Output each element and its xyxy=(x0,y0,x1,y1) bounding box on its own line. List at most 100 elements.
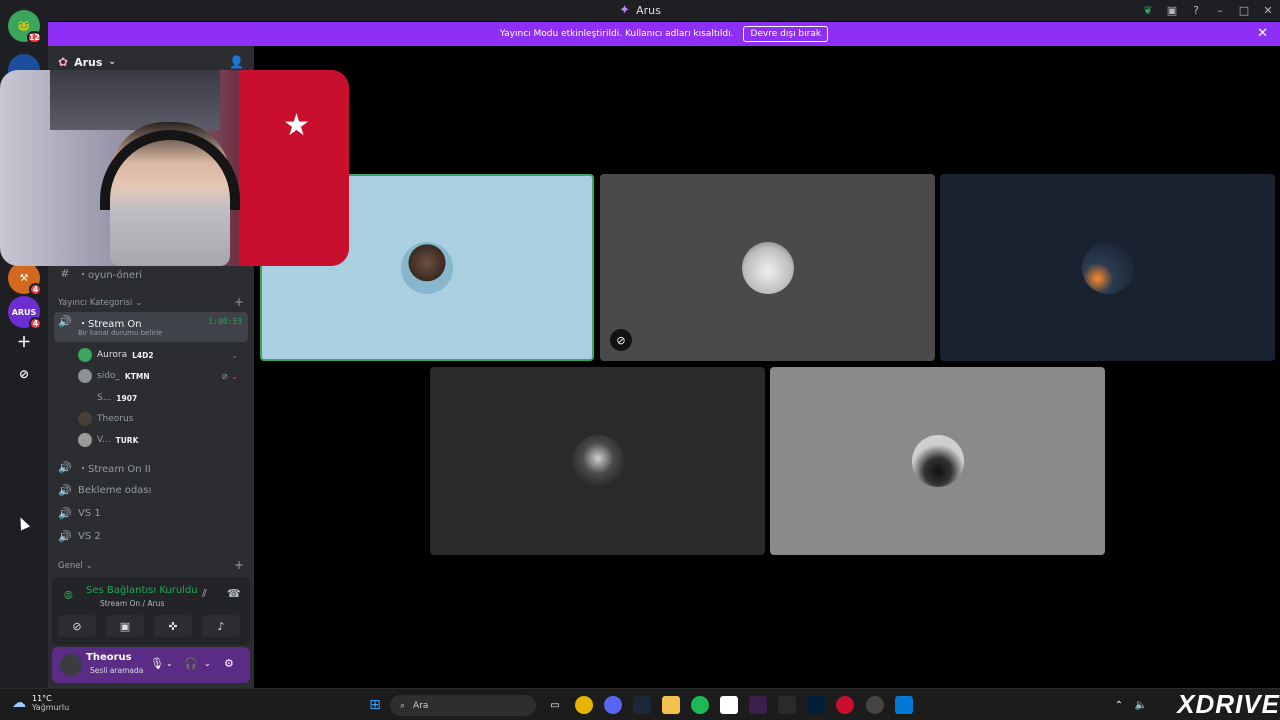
minimize-icon[interactable]: – xyxy=(1208,4,1232,17)
flag-image: ★ xyxy=(239,70,349,266)
speaker-icon: 🔊 xyxy=(58,460,72,474)
avatar xyxy=(741,241,794,294)
speaker-icon: 🔊 xyxy=(58,483,72,497)
arus-server-icon[interactable]: ARUS 4 xyxy=(8,296,42,330)
help-icon[interactable]: ? xyxy=(1184,4,1208,17)
avatar[interactable] xyxy=(60,654,82,676)
speaker-icon: 🔊 xyxy=(58,506,72,520)
speaker-icon: 🔊 xyxy=(58,529,72,543)
muted-icon: ⊘ xyxy=(610,329,632,351)
app-icon[interactable] xyxy=(866,696,884,714)
weather-widget[interactable]: ☁ 11°C Yağmurlu xyxy=(12,694,69,712)
chevron-up-icon[interactable]: ⌃ xyxy=(1110,696,1128,714)
voice-channel-stream-on[interactable]: 🔊 ・Stream On 1:00:53 Bir kanal durumu be… xyxy=(54,312,248,342)
voice-channel-vs1[interactable]: 🔊 VS 1 xyxy=(54,503,248,523)
video-tile[interactable]: ⊘ xyxy=(600,174,935,361)
voice-user-name: Aurora xyxy=(97,350,128,360)
screen-share-icon[interactable]: ▣ xyxy=(106,615,144,637)
voice-user[interactable]: V... TURK xyxy=(78,431,246,449)
voice-location[interactable]: Stream On / Arus xyxy=(100,599,164,608)
arus-server-label: ARUS xyxy=(11,307,37,317)
temperature: 11°C xyxy=(32,694,52,703)
create-channel-icon[interactable]: + xyxy=(234,558,244,572)
chevron-down-icon: ⌄ xyxy=(85,561,93,571)
video-tile[interactable] xyxy=(940,174,1275,361)
server-icon[interactable]: ⚒ 4 xyxy=(8,262,42,296)
spotify-icon[interactable] xyxy=(691,696,709,714)
channel-status[interactable]: Bir kanal durumu belirle xyxy=(78,329,162,337)
taskbar-search[interactable]: ⌕ Ara xyxy=(390,695,536,716)
capcut-icon[interactable] xyxy=(720,696,738,714)
home-server-icon[interactable]: 🐸 12 xyxy=(8,10,42,44)
voice-user[interactable]: Theorus xyxy=(78,410,246,428)
close-icon[interactable]: ✕ xyxy=(1257,26,1268,41)
add-server-icon[interactable]: ＋ xyxy=(8,326,40,358)
search-icon: ⌕ xyxy=(400,700,406,711)
start-icon[interactable]: ⊞ xyxy=(366,696,384,714)
category-general[interactable]: Genel ⌄ xyxy=(58,561,93,571)
app-icon[interactable] xyxy=(836,696,854,714)
microphone-icon[interactable]: 🎙 xyxy=(150,657,164,670)
category-streamer[interactable]: Yayıncı Kategorisi ⌄ xyxy=(58,298,142,308)
hash-icon: # xyxy=(60,266,70,280)
settings-icon[interactable]: ⚙ xyxy=(224,657,234,670)
voice-user[interactable]: sido_ KTMN ⊘ ⌄ xyxy=(78,367,246,385)
photoshop-icon[interactable] xyxy=(807,696,825,714)
soundboard-icon[interactable]: ♪ xyxy=(202,615,240,637)
disable-streamer-mode-button[interactable]: Devre dışı bırak xyxy=(743,26,829,42)
signal-icon[interactable]: ⦾ xyxy=(64,589,73,603)
inbox-icon[interactable]: ▣ xyxy=(1160,4,1184,17)
channel-name: VS 1 xyxy=(78,507,101,519)
maximize-icon[interactable]: □ xyxy=(1232,4,1256,17)
streamer-mode-banner: Yayıncı Modu etkinleştirildi. Kullanıcı … xyxy=(48,22,1280,46)
voice-status[interactable]: Ses Bağlantısı Kuruldu xyxy=(86,585,198,596)
camera-off-icon[interactable]: ⊘ xyxy=(58,615,96,637)
disconnect-icon[interactable]: ☎ xyxy=(227,587,241,600)
discord-icon[interactable] xyxy=(604,696,622,714)
user-tag: L4D2 xyxy=(132,350,154,360)
user-status: Sesli aramada xyxy=(90,666,144,675)
chevron-down-icon[interactable]: ⌄ xyxy=(204,659,211,668)
video-tile[interactable] xyxy=(430,367,765,555)
category-label: Yayıncı Kategorisi xyxy=(58,298,133,308)
pickaxe-icon: ⚒ xyxy=(19,272,29,284)
system-tray: ⌃ 🔈 XDRIVE xyxy=(1110,689,1280,720)
video-tile[interactable] xyxy=(770,367,1105,555)
app-icon[interactable] xyxy=(895,696,913,714)
windows-taskbar: ☁ 11°C Yağmurlu ⊞ ⌕ Ara ▭ ⌃ 🔈 XDRIVE xyxy=(0,688,1280,720)
steam-icon[interactable] xyxy=(633,696,651,714)
mention-badge: 4 xyxy=(29,283,42,296)
task-view-icon[interactable]: ▭ xyxy=(546,696,564,714)
voice-user[interactable]: Aurora L4D2 ⌄ xyxy=(78,346,246,364)
voice-channel-stream-on-ii[interactable]: 🔊 ・Stream On II xyxy=(54,457,248,477)
server-icon: ✦ xyxy=(619,3,631,18)
chrome-icon[interactable] xyxy=(575,696,593,714)
voice-channel-bekleme[interactable]: 🔊 Bekleme odası xyxy=(54,480,248,500)
chevron-down-icon[interactable]: ⌄ xyxy=(166,659,173,668)
discover-icon[interactable]: ⊘ xyxy=(8,358,40,390)
channel-oyun-oneri[interactable]: # ・oyun-öneri xyxy=(54,263,248,283)
app-icon[interactable] xyxy=(749,696,767,714)
epic-games-icon[interactable] xyxy=(778,696,796,714)
create-channel-icon[interactable]: + xyxy=(234,295,244,309)
voice-user[interactable]: S... 1907 xyxy=(78,389,246,407)
headphones-icon[interactable]: 🎧 xyxy=(184,657,198,670)
chevron-down-icon: ⌄ xyxy=(135,298,143,308)
leaf-icon[interactable]: ❦ xyxy=(1136,4,1160,17)
volume-icon[interactable]: 🔈 xyxy=(1132,696,1150,714)
invite-icon[interactable]: 👤 xyxy=(229,55,244,69)
live-icon: ⌄ xyxy=(231,371,238,381)
activities-icon[interactable]: ✜ xyxy=(154,615,192,637)
close-icon[interactable]: ✕ xyxy=(1256,4,1280,17)
user-name[interactable]: Theorus xyxy=(86,652,132,663)
file-explorer-icon[interactable] xyxy=(662,696,680,714)
channel-name: Bekleme odası xyxy=(78,484,152,496)
voice-channel-vs2[interactable]: 🔊 VS 2 xyxy=(54,526,248,546)
voice-connection-panel: ⦾ Ses Bağlantısı Kuruldu Stream On / Aru… xyxy=(52,577,250,645)
muted-icon: ⊘ xyxy=(221,371,228,381)
noise-suppression-icon[interactable]: ⫽ xyxy=(202,587,207,601)
speaker-icon: 🔊 xyxy=(58,315,72,328)
user-tag: KTMN xyxy=(124,371,150,381)
voice-user-name: Theorus xyxy=(97,414,134,424)
user-tag: TURK xyxy=(115,435,139,445)
